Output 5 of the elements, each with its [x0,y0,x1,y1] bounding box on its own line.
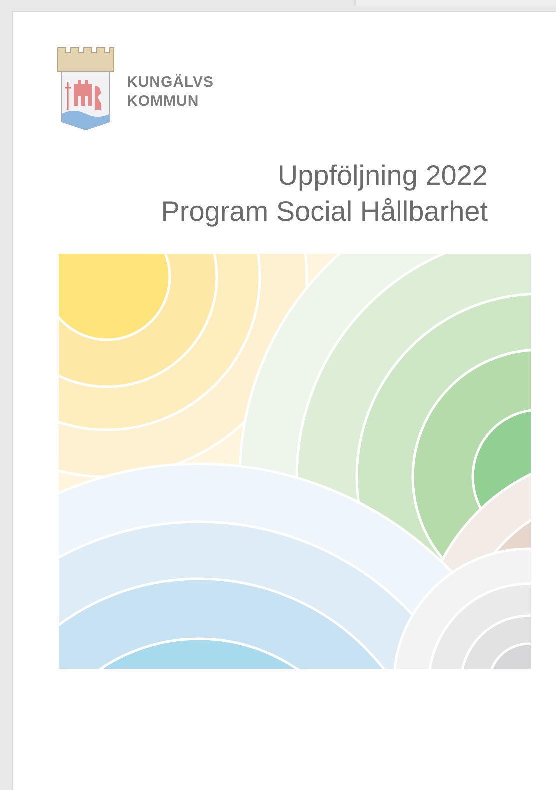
coat-of-arms-icon [57,46,115,132]
logo-text: KUNGÄLVS [127,73,214,92]
document-title: Uppföljning 2022 [278,159,488,193]
document-title: Program Social Hållbarhet [161,195,488,229]
logo-text: KOMMUN [127,92,200,111]
